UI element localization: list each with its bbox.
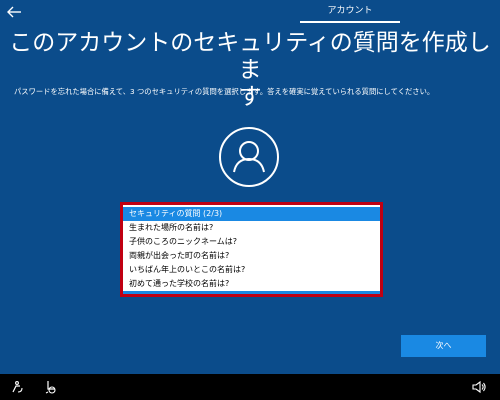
accessibility-button[interactable] (44, 379, 58, 394)
next-button[interactable]: 次へ (401, 335, 486, 357)
dropdown-option-selected[interactable]: セキュリティの質問 (2/3) (123, 207, 380, 221)
page-description: パスワードを忘れた場合に備えて、3 つのセキュリティの質問を選択します。答えを確… (14, 87, 435, 96)
ease-of-access-button[interactable] (10, 379, 24, 393)
top-bar: アカウント (0, 0, 500, 24)
volume-button[interactable] (472, 379, 486, 394)
user-avatar (218, 126, 280, 188)
dropdown-option[interactable]: 両親が出会った町の名前は? (123, 249, 380, 263)
dropdown-option[interactable]: いちばん年上のいとこの名前は? (123, 263, 380, 277)
tab-account: アカウント (327, 6, 373, 16)
dropdown-option[interactable]: 生まれた場所の名前は? (123, 221, 380, 235)
dropdown-option[interactable]: 子供のころのニックネームは? (123, 235, 380, 249)
oobe-screen: アカウント このアカウントのセキュリティの質問を作成します パスワードを忘れた場… (0, 0, 500, 400)
security-question-dropdown[interactable]: セキュリティの質問 (2/3) 生まれた場所の名前は? 子供のころのニックネーム… (120, 202, 383, 297)
volume-icon (472, 380, 486, 394)
dropdown-option[interactable]: 初めて通った学校の名前は? (123, 277, 380, 291)
back-button[interactable] (6, 4, 22, 18)
user-avatar-icon (219, 127, 279, 187)
page-title-line1: このアカウントのセキュリティの質問を作成しま (9, 30, 491, 83)
dropdown-list: セキュリティの質問 (2/3) 生まれた場所の名前は? 子供のころのニックネーム… (123, 205, 380, 294)
ease-of-access-icon (12, 381, 23, 393)
page-title: このアカウントのセキュリティの質問を作成します (8, 30, 492, 111)
tab-underline (300, 21, 400, 23)
dropdown-scrollbar[interactable] (123, 291, 380, 294)
accessibility-icon (45, 381, 56, 394)
back-arrow-icon (7, 6, 21, 18)
bottom-taskbar (0, 374, 500, 400)
